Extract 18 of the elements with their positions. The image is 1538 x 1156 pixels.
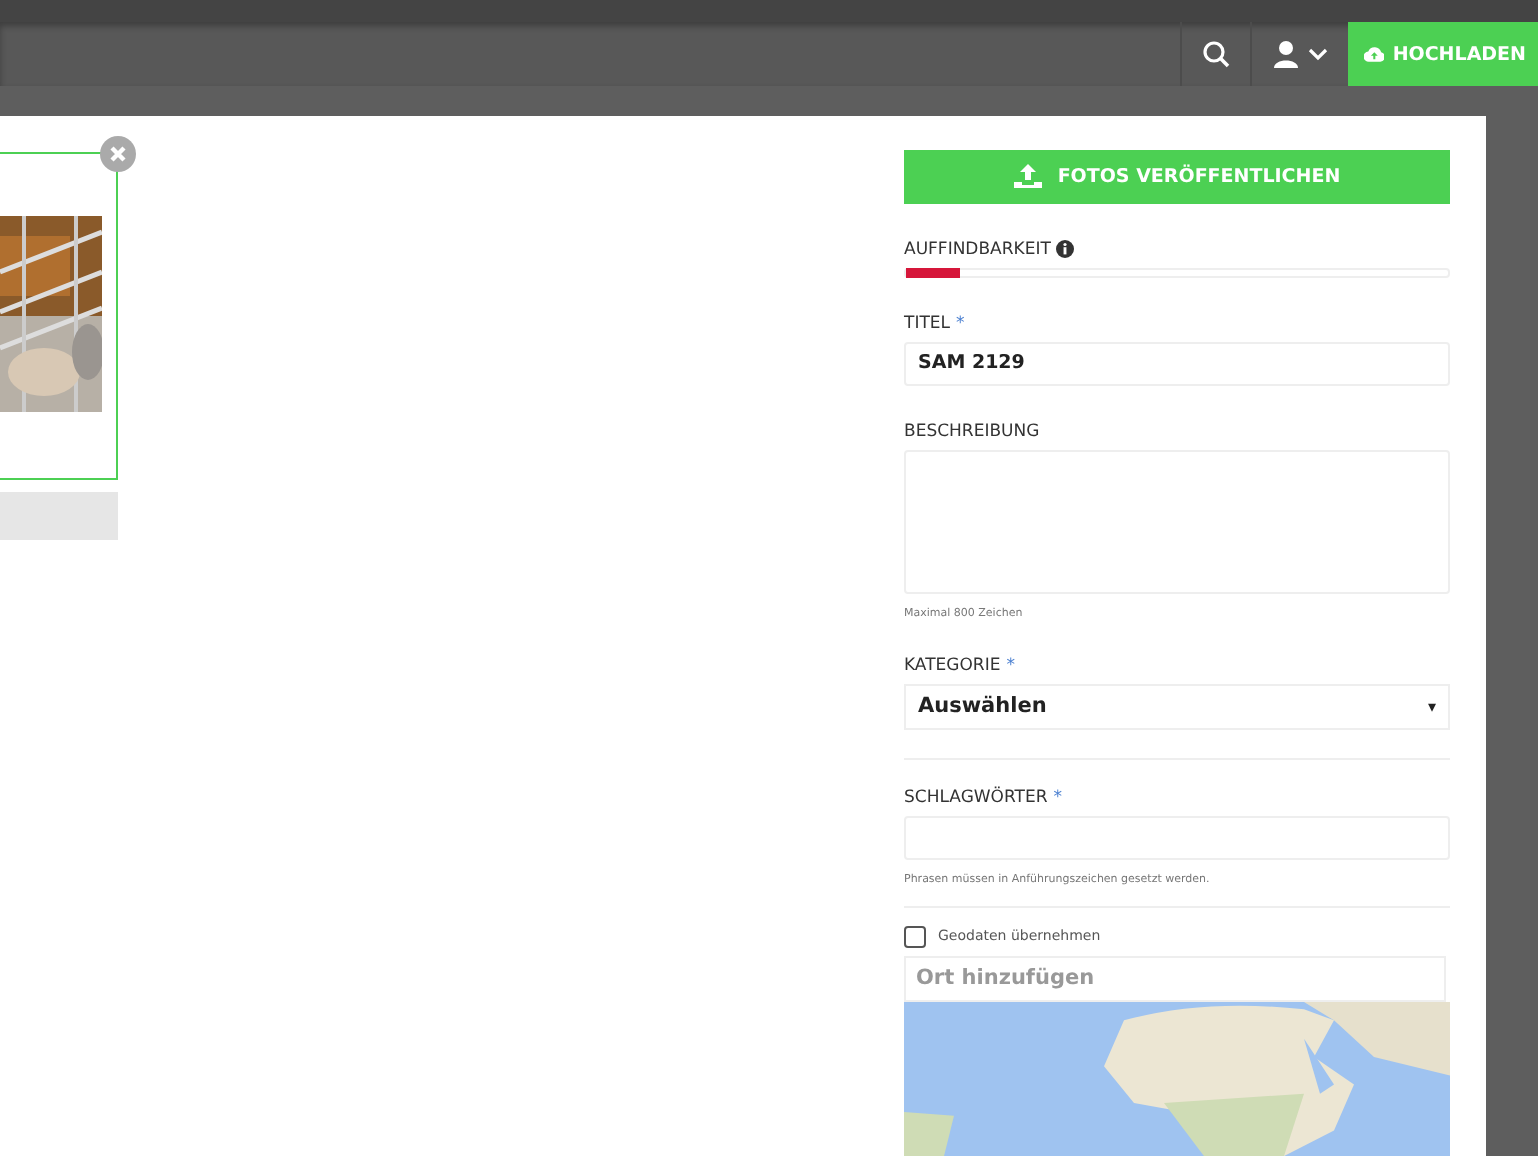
checkbox[interactable] bbox=[904, 925, 926, 948]
field-label: KATEGORIE bbox=[904, 655, 1001, 676]
upload-icon bbox=[1013, 164, 1042, 189]
photo-card[interactable] bbox=[0, 152, 118, 480]
field-label: TITEL bbox=[904, 313, 950, 334]
text-field[interactable]: SAM 2129 bbox=[904, 341, 1450, 386]
field-label: AUFFINDBARKEIT bbox=[904, 239, 1051, 260]
user-icon bbox=[1272, 40, 1328, 68]
required-mark: * bbox=[1053, 787, 1063, 808]
field-label: SCHLAGWÖRTER bbox=[904, 787, 1048, 808]
field-label: BESCHREIBUNG bbox=[904, 421, 1040, 442]
info-icon bbox=[1056, 240, 1075, 259]
location-field[interactable]: Ort hinzufügen bbox=[904, 955, 1446, 1002]
required-mark: * bbox=[956, 313, 965, 334]
required-mark: * bbox=[1006, 655, 1015, 676]
cloud-upload-icon bbox=[1364, 44, 1385, 64]
caption-bar bbox=[0, 492, 118, 540]
category-select[interactable]: Auswählen ▾ bbox=[904, 683, 1450, 730]
